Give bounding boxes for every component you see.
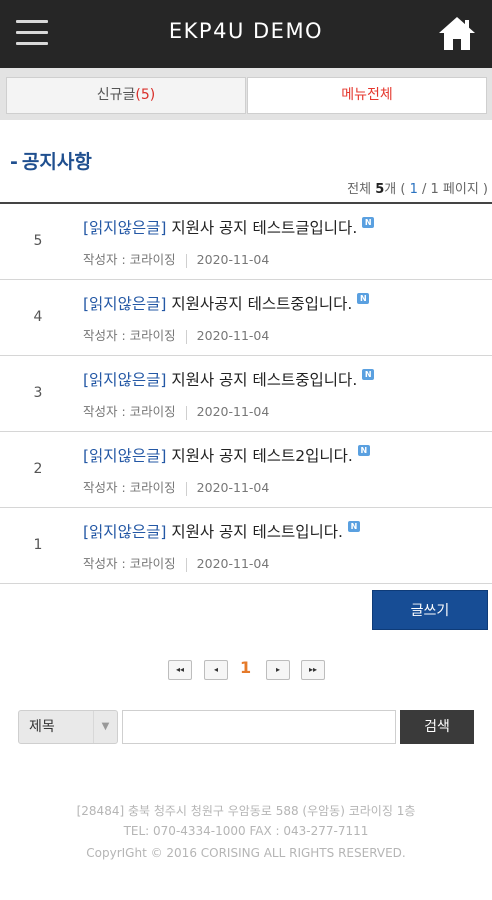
- page-number-current[interactable]: 1: [240, 658, 251, 677]
- search-input[interactable]: [122, 710, 396, 744]
- post-author: 작성자 : 코라이징: [83, 404, 176, 419]
- post-title-text: 지원사 공지 테스트입니다.: [171, 523, 343, 541]
- search-field-selected: 제목: [29, 719, 55, 735]
- post-meta: 작성자 : 코라이징 2020-11-04: [83, 249, 269, 268]
- post-summary: 전체 5개 ( 1 / 1 페이지 ): [347, 178, 488, 197]
- next-page-button[interactable]: ▸: [266, 660, 290, 680]
- new-badge-icon: N: [357, 445, 370, 456]
- top-bar: EKP4U DEMO: [0, 0, 492, 68]
- post-date: 2020-11-04: [196, 404, 270, 419]
- post-author: 작성자 : 코라이징: [83, 252, 176, 267]
- post-title-text: 지원사 공지 테스트중입니다.: [171, 371, 358, 389]
- post-meta: 작성자 : 코라이징 2020-11-04: [83, 401, 269, 420]
- post-number: 1: [33, 537, 43, 553]
- post-title[interactable]: [읽지않은글] 지원사 공지 테스트입니다. N: [83, 520, 360, 542]
- summary-count: 5: [375, 182, 385, 197]
- post-title-text: 지원사 공지 테스트2입니다.: [171, 447, 353, 465]
- post-title-text: 지원사공지 테스트중입니다.: [171, 295, 353, 313]
- chevron-down-icon: ▼: [93, 711, 117, 743]
- meta-divider: [185, 329, 187, 344]
- page-title-text: 공지사항: [21, 151, 92, 173]
- tab-new-posts-label: 신규글: [96, 87, 136, 103]
- last-page-button[interactable]: ▸▸: [301, 660, 325, 680]
- search-button[interactable]: 검색: [400, 710, 474, 744]
- summary-page-total: / 1 페이지 ): [422, 182, 488, 197]
- post-list: 5 [읽지않은글] 지원사 공지 테스트글입니다. N 작성자 : 코라이징 202…: [0, 202, 492, 584]
- summary-unit: 개 (: [384, 182, 406, 197]
- meta-divider: [185, 481, 187, 496]
- meta-divider: [185, 405, 187, 420]
- post-date: 2020-11-04: [196, 480, 270, 495]
- post-title[interactable]: [읽지않은글] 지원사공지 테스트중입니다. N: [83, 292, 370, 314]
- post-author: 작성자 : 코라이징: [83, 556, 176, 571]
- list-item[interactable]: 2 [읽지않은글] 지원사 공지 테스트2입니다. N 작성자 : 코라이징 202…: [0, 432, 492, 508]
- first-page-button[interactable]: ◂◂: [168, 660, 192, 680]
- summary-page-current: 1: [409, 182, 418, 197]
- tab-bar: 신규글(5) 메뉴전체: [0, 68, 492, 120]
- unread-tag: [읽지않은글]: [83, 371, 167, 389]
- list-item[interactable]: 3 [읽지않은글] 지원사 공지 테스트중입니다. N 작성자 : 코라이징 202…: [0, 356, 492, 432]
- tab-all-menu[interactable]: 메뉴전체: [247, 77, 487, 114]
- post-meta: 작성자 : 코라이징 2020-11-04: [83, 477, 269, 496]
- post-title-text: 지원사 공지 테스트글입니다.: [171, 219, 358, 237]
- new-badge-icon: N: [362, 369, 375, 380]
- post-date: 2020-11-04: [196, 328, 270, 343]
- footer-address: [28484] 충북 청주시 청원구 우암동로 588 (우암동) 코라이징 1…: [76, 804, 416, 818]
- summary-prefix: 전체: [347, 182, 372, 197]
- unread-tag: [읽지않은글]: [83, 523, 167, 541]
- post-title[interactable]: [읽지않은글] 지원사 공지 테스트2입니다. N: [83, 444, 370, 466]
- title-dash: -: [10, 151, 18, 173]
- post-number: 5: [33, 233, 43, 249]
- footer-contact: TEL: 070-4334-1000 FAX : 043-277-7111: [123, 824, 369, 838]
- post-number: 4: [33, 309, 43, 325]
- new-badge-icon: N: [362, 217, 375, 228]
- list-item[interactable]: 5 [읽지않은글] 지원사 공지 테스트글입니다. N 작성자 : 코라이징 202…: [0, 204, 492, 280]
- post-author: 작성자 : 코라이징: [83, 480, 176, 495]
- meta-divider: [185, 557, 187, 572]
- post-meta: 작성자 : 코라이징 2020-11-04: [83, 553, 269, 572]
- unread-tag: [읽지않은글]: [83, 295, 167, 313]
- search-field-select[interactable]: 제목 ▼: [18, 710, 118, 744]
- list-item[interactable]: 1 [읽지않은글] 지원사 공지 테스트입니다. N 작성자 : 코라이징 2020…: [0, 508, 492, 584]
- post-number: 2: [33, 461, 43, 477]
- write-post-button[interactable]: 글쓰기: [372, 590, 488, 630]
- footer-copyright: CopyrIGht © 2016 CORISING ALL RIGHTS RES…: [86, 846, 406, 860]
- unread-tag: [읽지않은글]: [83, 219, 167, 237]
- new-posts-count: (5): [135, 87, 156, 103]
- unread-tag: [읽지않은글]: [83, 447, 167, 465]
- post-title[interactable]: [읽지않은글] 지원사 공지 테스트중입니다. N: [83, 368, 375, 390]
- post-author: 작성자 : 코라이징: [83, 328, 176, 343]
- home-icon[interactable]: [436, 14, 478, 54]
- post-date: 2020-11-04: [196, 252, 270, 267]
- tab-new-posts[interactable]: 신규글(5): [6, 77, 246, 114]
- new-badge-icon: N: [348, 521, 360, 532]
- meta-divider: [185, 253, 187, 268]
- app-title: EKP4U DEMO: [168, 19, 324, 43]
- post-meta: 작성자 : 코라이징 2020-11-04: [83, 325, 269, 344]
- list-item[interactable]: 4 [읽지않은글] 지원사공지 테스트중입니다. N 작성자 : 코라이징 2020…: [0, 280, 492, 356]
- post-title[interactable]: [읽지않은글] 지원사 공지 테스트글입니다. N: [83, 216, 375, 238]
- prev-page-button[interactable]: ◂: [204, 660, 228, 680]
- post-number: 3: [33, 385, 43, 401]
- new-badge-icon: N: [357, 293, 370, 304]
- page-title: - 공지사항: [10, 147, 92, 174]
- post-date: 2020-11-04: [196, 556, 270, 571]
